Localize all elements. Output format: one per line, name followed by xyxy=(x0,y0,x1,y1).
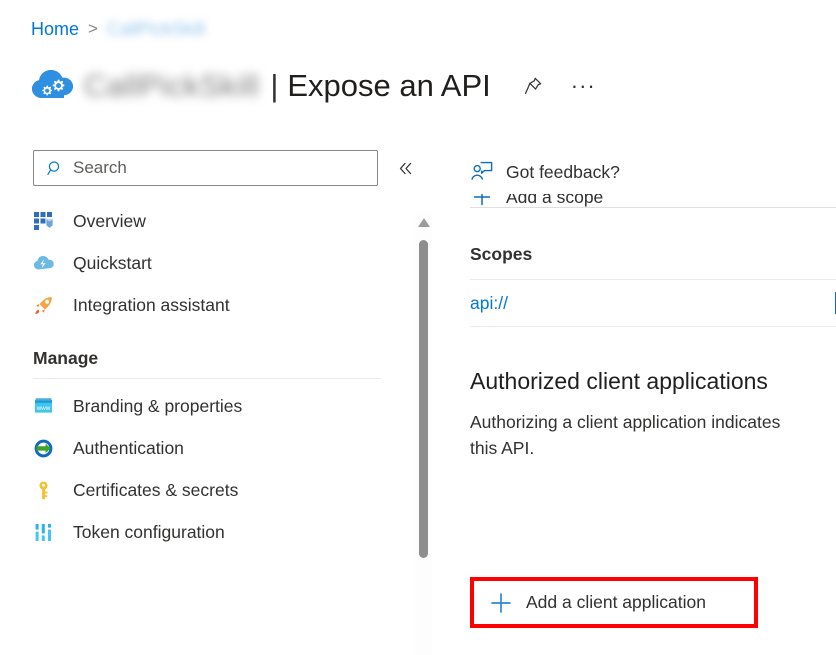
sidebar-scrollbar[interactable] xyxy=(415,212,432,655)
sidebar-item-label: Branding & properties xyxy=(73,396,242,417)
more-options-button[interactable]: ··· xyxy=(571,81,596,91)
table-row[interactable]: api:// xyxy=(470,280,836,326)
authorized-client-applications-heading: Authorized client applications xyxy=(470,368,836,395)
page-header: CallPickSkill | Expose an API ··· xyxy=(28,58,596,114)
sidebar-item-authentication[interactable]: Authentication xyxy=(0,427,415,469)
sidebar-item-label: Authentication xyxy=(73,438,184,459)
sidebar-item-branding-properties[interactable]: www Branding & properties xyxy=(0,385,415,427)
pin-icon[interactable] xyxy=(519,72,547,100)
sidebar-item-label: Overview xyxy=(73,211,146,232)
svg-text:www: www xyxy=(36,405,51,412)
www-browser-icon: www xyxy=(33,396,54,417)
sidebar-manage-list: www Branding & properties Authentication xyxy=(0,385,415,553)
add-client-application-label: Add a client application xyxy=(526,592,706,613)
sidebar-section-title: Manage xyxy=(0,348,415,369)
page-title-separator: | xyxy=(270,68,278,104)
breadcrumb-app-link[interactable]: CallPickSkill xyxy=(107,17,205,41)
key-icon xyxy=(33,480,54,501)
scopes-table-bottom-divider xyxy=(470,326,836,327)
sidebar-item-label: Integration assistant xyxy=(73,295,230,316)
app-registration-cloud-gears-icon xyxy=(28,62,76,110)
search-input[interactable] xyxy=(73,158,348,178)
scopes-heading: Scopes xyxy=(470,244,836,265)
sidebar-item-overview[interactable]: Overview xyxy=(0,200,415,242)
double-chevron-left-icon[interactable] xyxy=(395,158,415,178)
page-title: Expose an API xyxy=(287,68,490,104)
got-feedback-button[interactable]: Got feedback? xyxy=(470,155,620,189)
add-a-scope-label: Add a scope xyxy=(506,194,603,208)
command-bar-divider xyxy=(470,207,836,208)
sidebar-search-row xyxy=(0,150,415,186)
authorized-client-applications-description: Authorizing a client application indicat… xyxy=(470,409,836,461)
search-box[interactable] xyxy=(33,150,378,186)
page-title-app-name: CallPickSkill xyxy=(84,68,259,104)
scope-uri-link[interactable]: api:// xyxy=(470,293,508,314)
add-client-application-button[interactable]: Add a client application xyxy=(470,577,758,628)
breadcrumb-separator-icon: > xyxy=(88,17,98,41)
sidebar-item-integration-assistant[interactable]: Integration assistant xyxy=(0,284,415,326)
plus-icon xyxy=(488,590,514,616)
overview-grid-cube-icon xyxy=(33,211,54,232)
sidebar-item-label: Quickstart xyxy=(73,253,152,274)
sidebar-primary-list: Overview Quickstart Integ xyxy=(0,200,415,326)
sidebar-item-label: Certificates & secrets xyxy=(73,480,238,501)
panel-divider xyxy=(440,150,441,655)
sliders-icon xyxy=(33,522,54,543)
command-bar: Got feedback? xyxy=(470,150,836,194)
sidebar: Overview Quickstart Integ xyxy=(0,150,415,655)
breadcrumb: Home > CallPickSkill xyxy=(31,17,205,41)
add-a-scope-button-clipped[interactable]: Add a scope xyxy=(470,194,836,220)
main-content: Got feedback? Add a scope Scopes api:// … xyxy=(470,150,836,655)
sidebar-section-divider xyxy=(33,378,381,379)
scroll-up-arrow-icon[interactable] xyxy=(418,218,430,227)
rocket-icon xyxy=(33,295,54,316)
quickstart-cloud-lightning-icon xyxy=(33,253,54,274)
authentication-arrow-circle-icon xyxy=(33,438,54,459)
scrollbar-thumb[interactable] xyxy=(419,240,428,558)
got-feedback-label: Got feedback? xyxy=(506,162,620,183)
sidebar-item-label: Token configuration xyxy=(73,522,225,543)
sidebar-item-certificates-secrets[interactable]: Certificates & secrets xyxy=(0,469,415,511)
breadcrumb-home-link[interactable]: Home xyxy=(31,17,79,41)
sidebar-item-quickstart[interactable]: Quickstart xyxy=(0,242,415,284)
sidebar-item-token-configuration[interactable]: Token configuration xyxy=(0,511,415,553)
search-icon xyxy=(47,160,64,177)
person-feedback-icon xyxy=(470,160,494,184)
